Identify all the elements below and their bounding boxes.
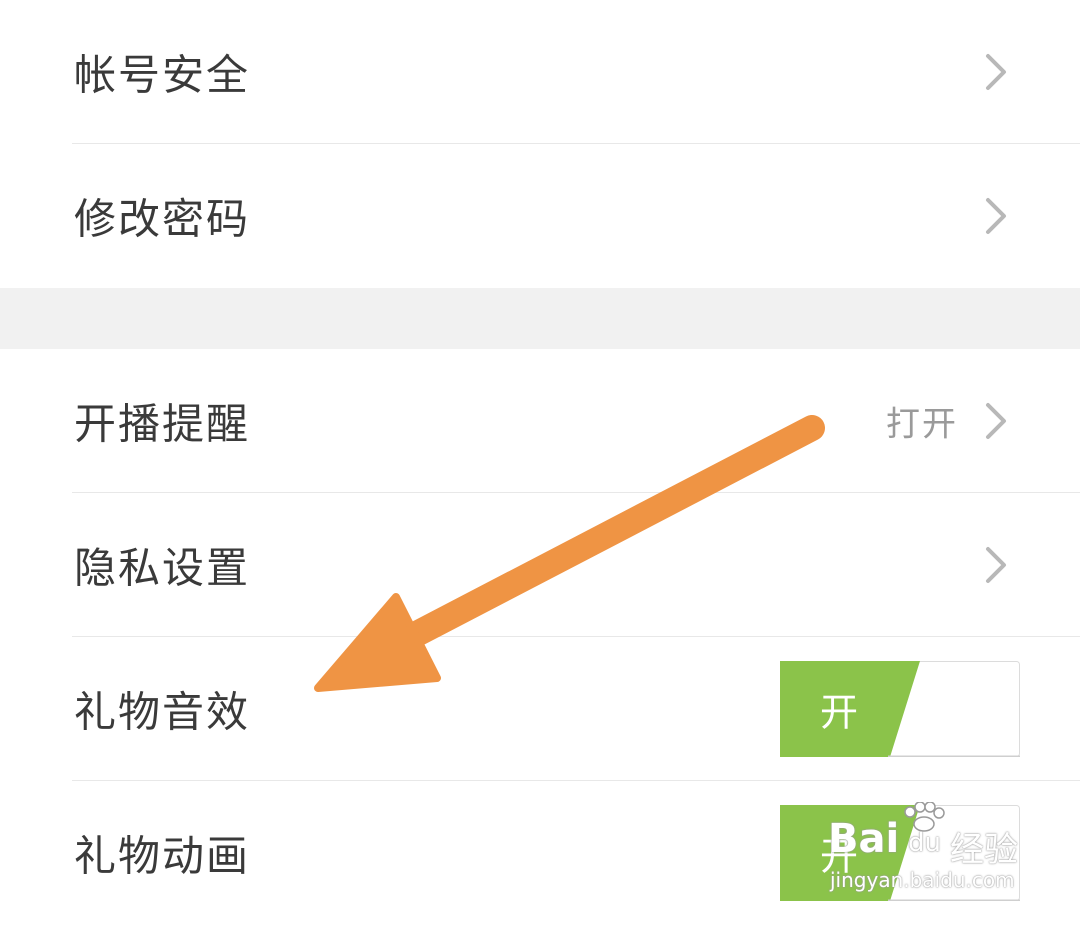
chevron-right-icon (986, 198, 1006, 234)
watermark-name: 经验 (950, 830, 1018, 870)
chevron-right-icon (986, 54, 1006, 90)
privacy-settings-label: 隐私设置 (74, 543, 251, 593)
change-password-label: 修改密码 (74, 194, 251, 244)
account-security-row[interactable]: 帐号安全 (0, 0, 1080, 144)
gift-sound-row: 礼物音效 开 (0, 637, 1080, 781)
watermark-brand: Bai (828, 816, 900, 862)
watermark-site: jingyan.baidu.com (830, 868, 1015, 892)
gift-sound-toggle-label: 开 (820, 690, 859, 735)
gift-sound-label: 礼物音效 (74, 687, 251, 737)
chevron-right-icon (986, 547, 1006, 583)
account-security-label: 帐号安全 (74, 50, 251, 100)
watermark-brand-suffix: du (908, 828, 941, 858)
chevron-right-icon (986, 403, 1006, 439)
live-reminder-value: 打开 (886, 404, 958, 445)
change-password-row[interactable]: 修改密码 (0, 144, 1080, 288)
baidu-jingyan-watermark: Bai du 经验 jingyan.baidu.com (820, 800, 1050, 900)
live-reminder-row[interactable]: 开播提醒 打开 (0, 349, 1080, 493)
live-reminder-label: 开播提醒 (74, 399, 251, 449)
gift-sound-toggle[interactable]: 开 (780, 661, 1020, 759)
section-gap (0, 288, 1080, 349)
toggle-switch-graphic (780, 661, 1020, 759)
gift-animation-label: 礼物动画 (74, 831, 251, 881)
privacy-settings-row[interactable]: 隐私设置 (0, 493, 1080, 637)
